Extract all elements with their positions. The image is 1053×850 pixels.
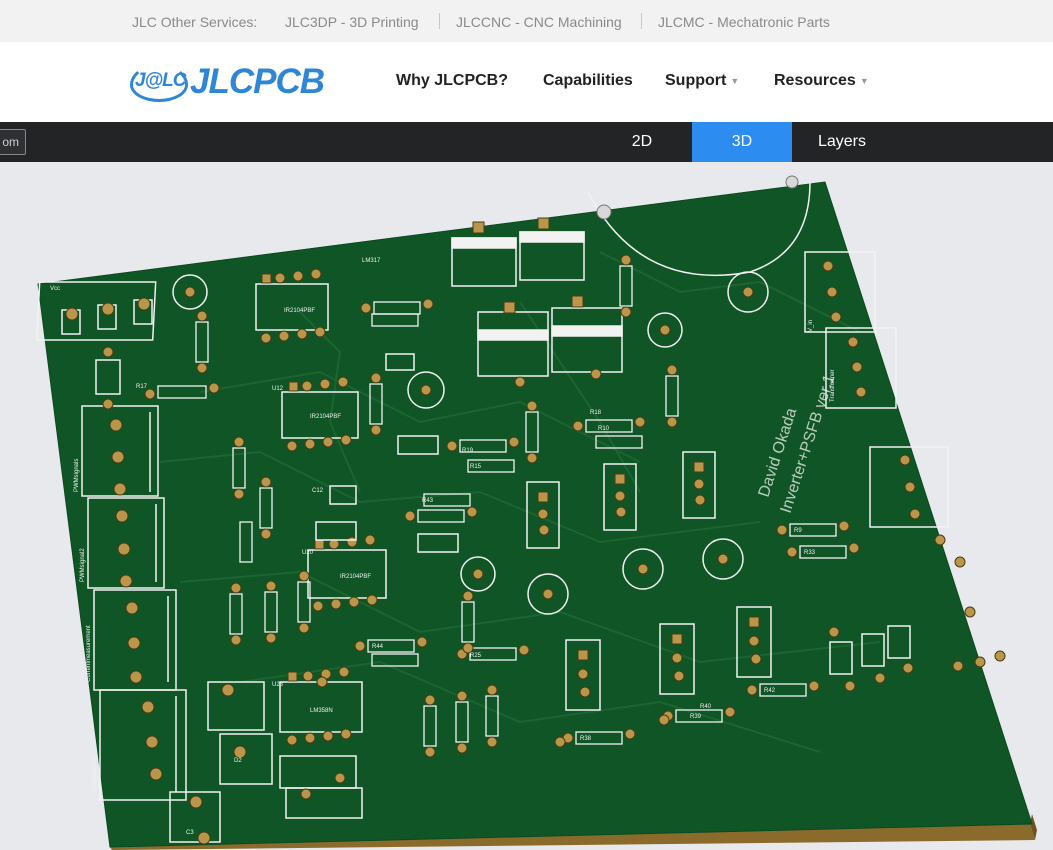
label-ir2104-a: IR2104PBF: [284, 308, 315, 314]
nav-capabilities[interactable]: Capabilities: [543, 72, 633, 90]
divider: [641, 13, 642, 29]
label-u23: U23: [272, 682, 284, 688]
label-pwm1: PWMsignals: [74, 459, 80, 492]
label-ir2104-b: IR2104PBF: [310, 414, 341, 420]
label-r44: R44: [372, 644, 384, 650]
label-r17: R17: [136, 384, 148, 390]
tab-layers[interactable]: Layers: [792, 122, 892, 162]
nav-support[interactable]: Support ▼: [665, 72, 739, 90]
label-r39: R39: [690, 714, 702, 720]
tab-2d[interactable]: 2D: [592, 122, 692, 162]
label-lm317: LM317: [362, 258, 381, 264]
site-header: J@LC JLCPCB Why JLCPCB? Capabilities Sup…: [0, 42, 1053, 122]
logo-badge-text: J@LC: [135, 70, 186, 91]
label-lm358: LM358N: [310, 708, 333, 714]
label-r40: R40: [700, 704, 712, 710]
label-current: Currentmeasurement: [86, 625, 92, 682]
label-r15: R15: [470, 464, 482, 470]
label-ir2104-c: IR2104PBF: [340, 574, 371, 580]
label-pwm2: PWMsignal2: [80, 548, 86, 582]
link-jlc3dp[interactable]: JLC3DP - 3D Printing: [285, 14, 419, 30]
chevron-down-icon: ▼: [730, 75, 740, 86]
label-r33: R33: [804, 550, 816, 556]
zoom-button[interactable]: om: [0, 129, 26, 155]
pcb-board-render: David Okada Inverter+PSFB ver.1 Vcc PWMs…: [35, 175, 1037, 850]
label-r9: R9: [794, 528, 802, 534]
nav-label: Why JLCPCB?: [396, 72, 508, 89]
nav-label: Capabilities: [543, 72, 633, 89]
label-vcc: Vcc: [50, 286, 60, 292]
divider: [439, 13, 440, 29]
label-c3: C3: [186, 830, 194, 836]
label-u20: U20: [302, 550, 314, 556]
label-r10: R10: [598, 426, 610, 432]
label-r18: R18: [590, 410, 602, 416]
label-u12: U12: [272, 386, 284, 392]
nav-label: Resources: [774, 72, 856, 89]
label-vin: V_in: [808, 320, 814, 332]
label-r38: R38: [580, 736, 592, 742]
logo-text: JLCPCB: [190, 62, 325, 101]
tab-3d[interactable]: 3D: [692, 122, 792, 162]
link-jlcmc[interactable]: JLCMC - Mechatronic Parts: [658, 14, 830, 30]
label-r42: R42: [764, 688, 776, 694]
label-c12: C12: [312, 488, 324, 494]
label-r25: R25: [470, 653, 482, 659]
label-transformer: Transformer: [830, 370, 836, 402]
logo-badge: J@LC: [130, 64, 188, 102]
pcb-3d-viewer[interactable]: David Okada Inverter+PSFB ver.1 Vcc PWMs…: [0, 162, 1053, 850]
label-d2: D2: [234, 758, 242, 764]
jlcpcb-logo[interactable]: J@LC JLCPCB: [130, 62, 335, 106]
label-voltage: Voltagesense: [92, 755, 98, 792]
other-services-bar: JLC Other Services: JLC3DP - 3D Printing…: [0, 0, 1053, 42]
label-r19: R19: [462, 448, 474, 454]
viewer-toolbar: om 2D 3D Layers: [0, 122, 1053, 162]
nav-label: Support: [665, 72, 727, 89]
label-r43: R43: [422, 498, 434, 504]
nav-resources[interactable]: Resources ▼: [774, 72, 869, 90]
other-services-label: JLC Other Services:: [132, 14, 258, 30]
nav-why-jlcpcb[interactable]: Why JLCPCB?: [396, 72, 508, 90]
chevron-down-icon: ▼: [859, 75, 869, 86]
link-jlccnc[interactable]: JLCCNC - CNC Machining: [456, 14, 622, 30]
